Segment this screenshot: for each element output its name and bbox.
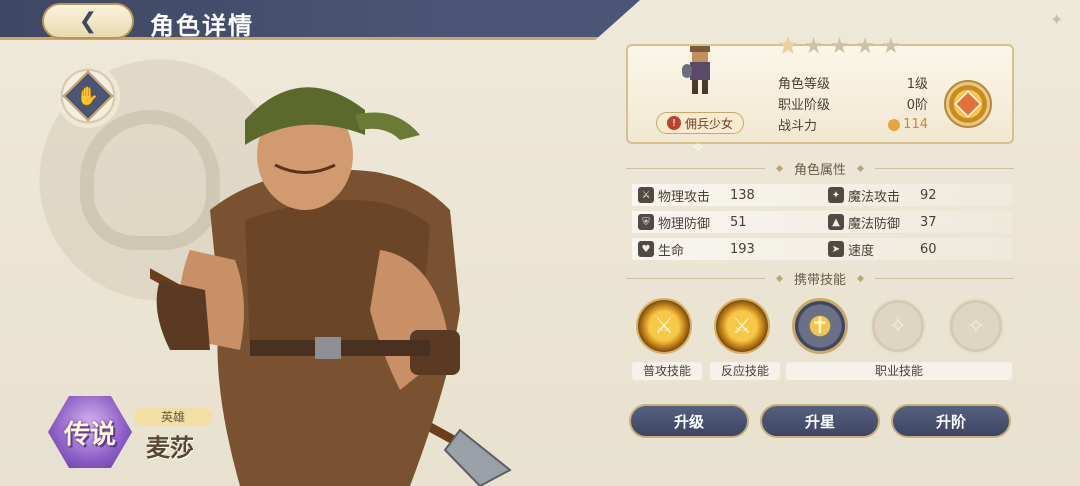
skill-labels: 普攻技能 反应技能 职业技能 xyxy=(632,362,1012,380)
back-button[interactable]: ❮ xyxy=(42,3,134,39)
power-icon xyxy=(888,118,901,131)
star-icon: ★ xyxy=(803,34,824,59)
equipment-slot[interactable] xyxy=(944,80,992,128)
amulet-icon xyxy=(953,89,983,119)
skill-job-3-locked[interactable]: ✧ xyxy=(948,298,1004,354)
star-rating: ★ ★ ★ ★ ★ xyxy=(778,36,901,58)
staff-icon: ✧ xyxy=(888,313,908,339)
page-title: 角色详情 xyxy=(150,12,254,40)
attributes-section-title: 角色属性 xyxy=(626,158,1015,178)
sword-icon: ⚔ xyxy=(638,187,654,203)
sword-slash-icon: ⚔ xyxy=(732,313,752,339)
class-tag-label: 佣兵少女 xyxy=(684,116,733,131)
power-label: 战斗力 xyxy=(778,119,818,134)
attr-speed: ➤ 速度 60 xyxy=(822,238,1012,260)
sword-slash-icon: ⚔ xyxy=(654,313,674,339)
shield-icon: ⛨ xyxy=(638,214,654,230)
attr-physical-defense: ⛨ 物理防御 51 xyxy=(632,211,822,233)
wand-icon: ✦ xyxy=(828,187,844,203)
power-value: 114 xyxy=(903,117,928,132)
skill-reaction[interactable]: ⚔ xyxy=(714,298,770,354)
skill-job-1[interactable]: ✝ xyxy=(792,298,848,354)
hero-name: 麦莎 xyxy=(146,434,194,462)
skill-slots: ⚔ ⚔ ✝ ✧ ✧ xyxy=(632,298,1012,358)
fist-icon: ✋ xyxy=(76,85,100,107)
attr-magic-attack: ✦ 魔法攻击 92 xyxy=(822,184,1012,206)
rank-label: 职业阶级 xyxy=(778,98,831,113)
sparkle-icon: ✧ xyxy=(692,140,704,156)
skill-label-normal: 普攻技能 xyxy=(632,362,702,380)
skills-section-title: 携带技能 xyxy=(626,268,1015,288)
skill-label-reaction: 反应技能 xyxy=(710,362,780,380)
level-row: 角色等级 1级 xyxy=(778,72,928,93)
skill-job-2-locked[interactable]: ✧ xyxy=(870,298,926,354)
rank-value: 0阶 xyxy=(906,98,928,113)
heart-icon: ♥ xyxy=(638,241,654,257)
skill-label-job: 职业技能 xyxy=(786,362,1012,380)
star-up-button[interactable]: 升星 xyxy=(760,404,880,438)
level-info: 角色等级 1级 职业阶级 0阶 战斗力 114 xyxy=(778,72,928,135)
attr-magic-defense: ▲ 魔法防御 37 xyxy=(822,211,1012,233)
rank-up-button[interactable]: 升阶 xyxy=(891,404,1011,438)
power-row: 战斗力 114 xyxy=(778,114,928,135)
attribute-row: ♥ 生命 193 ➤ 速度 60 xyxy=(632,238,1012,260)
hero-type-tag: 英雄 xyxy=(134,408,212,426)
attr-hp: ♥ 生命 193 xyxy=(632,238,822,260)
corner-ornament-icon: ✦ xyxy=(1050,10,1064,29)
star-icon: ★ xyxy=(778,34,798,59)
boot-icon: ➤ xyxy=(828,241,844,257)
star-icon: ★ xyxy=(880,34,901,59)
attribute-row: ⚔ 物理攻击 138 ✦ 魔法攻击 92 xyxy=(632,184,1012,206)
level-value: 1级 xyxy=(906,77,928,92)
level-up-button[interactable]: 升级 xyxy=(629,404,749,438)
rank-row: 职业阶级 0阶 xyxy=(778,93,928,114)
star-icon: ★ xyxy=(855,34,875,59)
chevron-left-icon: ❮ xyxy=(78,8,98,34)
class-emblem-button[interactable]: ✋ xyxy=(56,64,120,128)
shield-crest-icon: ✝ xyxy=(810,313,830,339)
star-icon: ★ xyxy=(829,34,850,59)
hero-portrait xyxy=(150,87,512,486)
level-label: 角色等级 xyxy=(778,77,831,92)
attr-physical-attack: ⚔ 物理攻击 138 xyxy=(632,184,822,206)
hat-icon: ▲ xyxy=(828,214,844,230)
skill-normal-attack[interactable]: ⚔ xyxy=(636,298,692,354)
class-tag[interactable]: ! 佣兵少女 xyxy=(656,112,744,134)
warning-diamond-icon: ! xyxy=(666,116,681,130)
staff-icon: ✧ xyxy=(966,313,986,339)
rarity-label: 传说 xyxy=(63,419,116,450)
hero-sprite xyxy=(682,46,710,94)
attribute-row: ⛨ 物理防御 51 ▲ 魔法防御 37 xyxy=(632,211,1012,233)
